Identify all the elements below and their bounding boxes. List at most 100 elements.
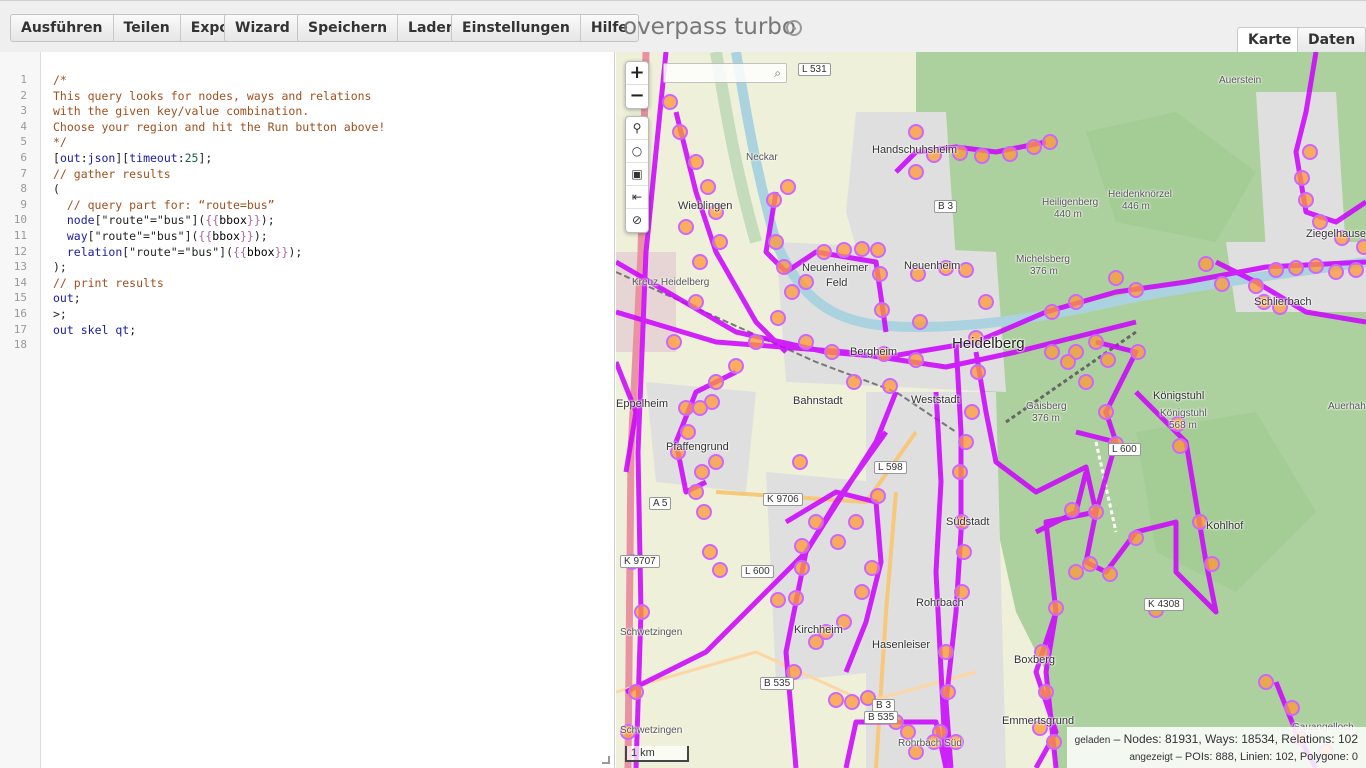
bus-stop-marker[interactable]: [1248, 278, 1264, 294]
first-icon[interactable]: ⇤: [626, 186, 648, 209]
bus-stop-marker[interactable]: [864, 560, 880, 576]
bus-stop-marker[interactable]: [872, 266, 888, 282]
bus-stop-marker[interactable]: [666, 334, 682, 350]
bus-stop-marker[interactable]: [1172, 438, 1188, 454]
bus-stop-marker[interactable]: [1068, 564, 1084, 580]
bus-stop-marker[interactable]: [712, 234, 728, 250]
bus-stop-marker[interactable]: [882, 378, 898, 394]
bus-stop-marker[interactable]: [1348, 262, 1364, 278]
tab-map[interactable]: Karte: [1237, 27, 1303, 53]
share-button[interactable]: Teilen: [114, 15, 181, 41]
bus-stop-marker[interactable]: [978, 294, 994, 310]
bus-stop-marker[interactable]: [844, 694, 860, 710]
bus-stop-marker[interactable]: [662, 94, 678, 110]
bus-stop-marker[interactable]: [1128, 282, 1144, 298]
query-editor[interactable]: 1 2 3 4 5 6 7 8 9 10 11 12 13 14 15 16 17 18 /* This query…: [0, 52, 615, 768]
bus-stop-marker[interactable]: [908, 352, 924, 368]
bus-stop-marker[interactable]: [1294, 170, 1310, 186]
bus-stop-marker[interactable]: [1298, 192, 1314, 208]
bus-stop-marker[interactable]: [1214, 276, 1230, 292]
bus-stop-marker[interactable]: [634, 604, 650, 620]
bus-stop-marker[interactable]: [974, 148, 990, 164]
bus-stop-marker[interactable]: [1100, 352, 1116, 368]
bus-stop-marker[interactable]: [870, 242, 886, 258]
map-search-input[interactable]: ⌕: [663, 63, 787, 83]
bus-stop-marker[interactable]: [1088, 504, 1104, 520]
code-line[interactable]: way["route"="bus"]({{bbox}});: [53, 229, 268, 243]
bus-stop-marker[interactable]: [1356, 239, 1366, 255]
bus-stop-marker[interactable]: [780, 179, 796, 195]
bus-stop-marker[interactable]: [870, 488, 886, 504]
save-button[interactable]: Speichern: [298, 15, 399, 41]
code-line[interactable]: This query looks for nodes, ways and rel…: [53, 89, 372, 103]
bus-stop-marker[interactable]: [788, 590, 804, 606]
bus-stop-marker[interactable]: [956, 544, 972, 560]
bus-stop-marker[interactable]: [792, 454, 808, 470]
bus-stop-marker[interactable]: [798, 334, 814, 350]
bus-stop-marker[interactable]: [1046, 734, 1062, 750]
bus-stop-marker[interactable]: [688, 484, 704, 500]
bus-stop-marker[interactable]: [938, 644, 954, 660]
bus-stop-marker[interactable]: [672, 124, 688, 140]
bus-stop-marker[interactable]: [1198, 256, 1214, 272]
settings-button[interactable]: Einstellungen: [452, 15, 581, 41]
bus-stop-marker[interactable]: [1192, 514, 1208, 530]
bus-stop-marker[interactable]: [854, 584, 870, 600]
bus-stop-marker[interactable]: [798, 274, 814, 290]
bus-stop-marker[interactable]: [848, 514, 864, 530]
code-line[interactable]: node["route"="bus"]({{bbox}});: [53, 213, 275, 227]
bus-stop-marker[interactable]: [770, 592, 786, 608]
code-line[interactable]: out;: [53, 291, 81, 305]
bus-stop-marker[interactable]: [694, 464, 710, 480]
bus-stop-marker[interactable]: [828, 692, 844, 708]
bus-stop-marker[interactable]: [1026, 139, 1042, 155]
code-line[interactable]: [out:json][timeout:25];: [53, 151, 212, 165]
bus-stop-marker[interactable]: [1064, 502, 1080, 518]
zoom-in-button[interactable]: +: [626, 62, 648, 85]
bus-stop-marker[interactable]: [1042, 134, 1058, 150]
code-line[interactable]: (: [53, 182, 60, 196]
bus-stop-marker[interactable]: [1284, 700, 1300, 716]
bus-stop-marker[interactable]: [1102, 566, 1118, 582]
bus-stop-marker[interactable]: [958, 262, 974, 278]
bus-stop-marker[interactable]: [1128, 530, 1144, 546]
bus-stop-marker[interactable]: [908, 124, 924, 140]
bus-stop-marker[interactable]: [1204, 556, 1220, 572]
code-line[interactable]: /*: [53, 73, 67, 87]
bus-stop-marker[interactable]: [958, 434, 974, 450]
bus-stop-marker[interactable]: [1060, 354, 1076, 370]
wizard-button[interactable]: Wizard: [225, 15, 300, 41]
code-line[interactable]: */: [53, 135, 67, 149]
code-line[interactable]: with the given key/value combination.: [53, 104, 309, 118]
resize-handle[interactable]: [602, 756, 610, 764]
run-button[interactable]: Ausführen: [11, 15, 114, 41]
bus-stop-marker[interactable]: [1048, 600, 1064, 616]
bus-stop-marker[interactable]: [1328, 264, 1344, 280]
bus-stop-marker[interactable]: [808, 514, 824, 530]
bus-stop-marker[interactable]: [1098, 404, 1114, 420]
bus-stop-marker[interactable]: [728, 358, 744, 374]
bus-stop-marker[interactable]: [1078, 374, 1094, 390]
bus-stop-marker[interactable]: [1088, 334, 1104, 350]
bus-stop-marker[interactable]: [1130, 344, 1146, 360]
bus-stop-marker[interactable]: [702, 544, 718, 560]
bus-stop-marker[interactable]: [1302, 144, 1318, 160]
bus-stop-marker[interactable]: [1002, 146, 1018, 162]
bus-stop-marker[interactable]: [700, 179, 716, 195]
code-line[interactable]: // print results: [53, 276, 164, 290]
bus-stop-marker[interactable]: [1288, 260, 1304, 276]
bus-stop-marker[interactable]: [1268, 262, 1284, 278]
bus-stop-marker[interactable]: [1108, 270, 1124, 286]
search-icon[interactable]: ⚲: [626, 117, 648, 140]
bus-stop-marker[interactable]: [680, 424, 696, 440]
bus-stop-marker[interactable]: [708, 454, 724, 470]
bus-stop-marker[interactable]: [794, 560, 810, 576]
bus-stop-marker[interactable]: [692, 254, 708, 270]
bus-stop-marker[interactable]: [854, 241, 870, 257]
bus-stop-marker[interactable]: [940, 684, 956, 700]
bus-stop-marker[interactable]: [952, 464, 968, 480]
bus-stop-marker[interactable]: [628, 684, 644, 700]
bus-stop-marker[interactable]: [874, 302, 890, 318]
bus-stop-marker[interactable]: [794, 538, 810, 554]
code-line[interactable]: Choose your region and hit the Run butto…: [53, 120, 385, 134]
